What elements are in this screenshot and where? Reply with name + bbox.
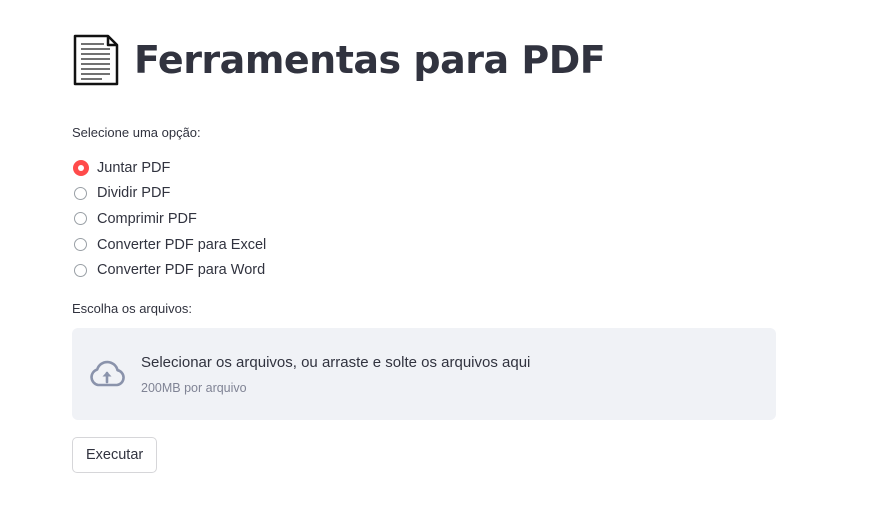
radio-option-dividir-pdf[interactable]: Dividir PDF	[74, 181, 266, 207]
radio-option-juntar-pdf[interactable]: Juntar PDF	[72, 155, 266, 181]
options-label: Selecione uma opção:	[72, 125, 201, 140]
page-facing-up-icon	[73, 34, 119, 86]
dropzone-size-limit: 200MB por arquivo	[141, 381, 247, 395]
option-radio-group: Juntar PDF Dividir PDF Comprimir PDF Con…	[72, 155, 266, 283]
radio-option-label: Converter PDF para Word	[97, 262, 266, 279]
radio-option-comprimir-pdf[interactable]: Comprimir PDF	[74, 206, 266, 232]
radio-selected-icon[interactable]	[72, 159, 89, 176]
radio-option-label: Comprimir PDF	[97, 210, 197, 227]
title-row: Ferramentas para PDF	[72, 34, 606, 86]
file-dropzone[interactable]: Selecionar os arquivos, ou arraste e sol…	[72, 328, 776, 420]
cloud-upload-icon	[90, 360, 125, 387]
radio-option-label: Dividir PDF	[97, 185, 171, 202]
radio-unselected-icon[interactable]	[74, 263, 87, 277]
uploader-label: Escolha os arquivos:	[72, 301, 192, 316]
dropzone-instruction: Selecionar os arquivos, ou arraste e sol…	[141, 354, 531, 371]
radio-option-label: Juntar PDF	[97, 159, 171, 176]
radio-unselected-icon[interactable]	[74, 186, 87, 200]
radio-option-pdf-para-word[interactable]: Converter PDF para Word	[74, 257, 266, 283]
radio-option-label: Converter PDF para Excel	[97, 236, 267, 253]
radio-unselected-icon[interactable]	[74, 212, 87, 226]
page-title: Ferramentas para PDF	[134, 38, 606, 82]
execute-button[interactable]: Executar	[72, 437, 158, 473]
radio-unselected-icon[interactable]	[74, 238, 87, 252]
app-page: Ferramentas para PDF Selecione uma opção…	[0, 0, 873, 515]
radio-option-pdf-para-excel[interactable]: Converter PDF para Excel	[74, 232, 266, 258]
